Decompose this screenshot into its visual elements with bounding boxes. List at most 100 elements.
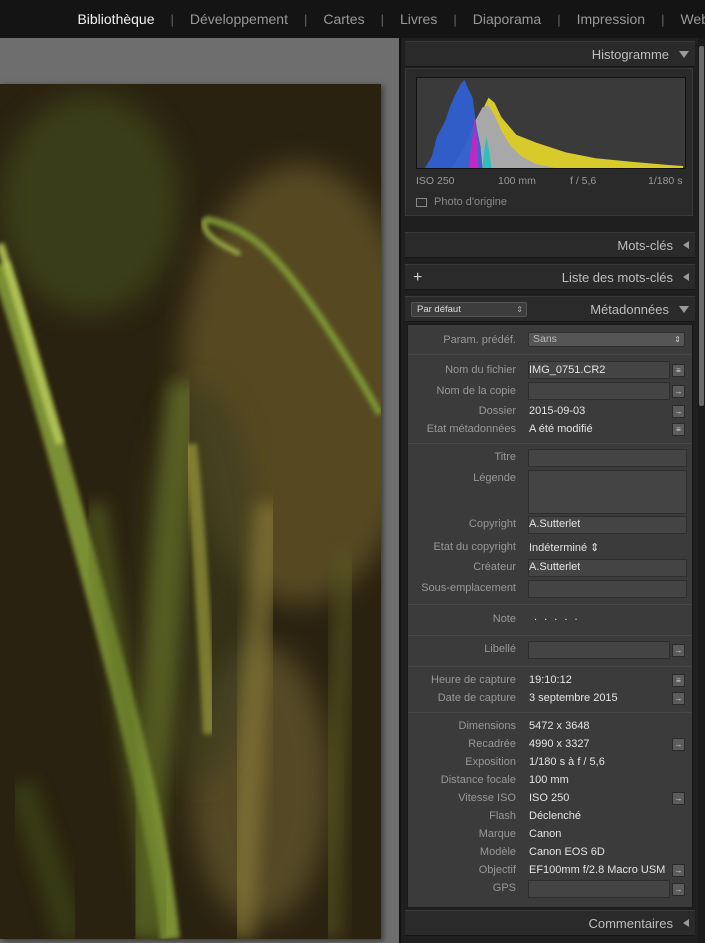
model-value: Canon EOS 6D [529, 846, 605, 858]
arrow-right-icon[interactable]: → [672, 405, 685, 418]
capture-time-label: Heure de capture [431, 674, 516, 686]
histogram-shutter: 1/180 s [648, 175, 683, 187]
expand-icon[interactable] [683, 273, 689, 281]
divider [408, 354, 692, 355]
preset-dropdown[interactable]: Sans ⇕ [528, 332, 685, 347]
nav-diaporama[interactable]: Diaporama [457, 11, 557, 27]
divider [408, 712, 692, 713]
divider [408, 666, 692, 667]
flash-value: Déclenché [529, 810, 581, 822]
capture-time-value: 19:10:12 [529, 674, 572, 686]
collapse-icon[interactable] [679, 305, 689, 313]
cropped-value: 4990 x 3327 [529, 738, 590, 750]
expand-icon[interactable] [683, 241, 689, 249]
capture-date-label: Date de capture [437, 692, 516, 704]
nav-developpement[interactable]: Développement [174, 11, 304, 27]
histogram-focal: 100 mm [498, 175, 536, 187]
nav-impression[interactable]: Impression [561, 11, 661, 27]
histogram-title: Histogramme [591, 46, 669, 62]
creator-label: Créateur [473, 561, 516, 573]
creator-value: A.Sutterlet [529, 561, 581, 573]
meta-status-value: A été modifié [529, 423, 593, 435]
rating-label: Note [492, 613, 516, 625]
nav-livres[interactable]: Livres [384, 11, 453, 27]
title-label: Titre [494, 451, 516, 463]
grass-photo [0, 84, 381, 939]
keyword-list-header[interactable]: + Liste des mots-clés [405, 264, 695, 290]
histogram-aperture: f / 5,6 [570, 175, 597, 187]
divider [408, 635, 692, 636]
scrollbar-thumb[interactable] [699, 46, 704, 406]
collapse-icon[interactable] [679, 50, 689, 58]
arrow-right-icon[interactable]: → [672, 738, 685, 751]
focal-label: Distance focale [440, 774, 516, 786]
keywords-header[interactable]: Mots-clés [405, 232, 695, 258]
lens-label: Objectif [478, 864, 516, 876]
list-icon[interactable]: ≡ [672, 674, 685, 687]
photo-preview[interactable] [0, 84, 381, 939]
filename-label: Nom du fichier [445, 364, 516, 376]
focal-value: 100 mm [529, 774, 569, 786]
comments-title: Commentaires [588, 915, 673, 931]
filename-value: IMG_0751.CR2 [529, 364, 606, 376]
exposure-label: Exposition [465, 756, 516, 768]
lens-value: EF100mm f/2.8 Macro USM [529, 864, 666, 876]
exposure-value: 1/180 s à f / 5,6 [529, 756, 605, 768]
capture-date-value: 3 septembre 2015 [529, 692, 618, 704]
right-panel: Histogramme ISO 250 100 mm f / 5,6 1/180… [399, 38, 705, 943]
copyright-value: A.Sutterlet [529, 518, 581, 530]
copy-name-label: Nom de la copie [436, 385, 517, 397]
arrow-right-icon[interactable]: → [672, 883, 685, 896]
caption-field[interactable] [528, 470, 687, 514]
module-nav: Bibliothèque | Développement | Cartes | Liv… [0, 0, 705, 38]
color-label-field[interactable] [528, 641, 670, 659]
histogram-plot [424, 79, 684, 168]
metadata-view-select[interactable]: Par défaut ⇕ [411, 302, 527, 317]
keyword-list-title: Liste des mots-clés [561, 269, 673, 285]
meta-status-label: Etat métadonnées [426, 423, 516, 435]
title-field[interactable] [528, 449, 687, 467]
metadata-view-value: Par défaut [417, 304, 461, 315]
dimensions-value: 5472 x 3648 [529, 720, 590, 732]
copyright-status-select[interactable]: Indéterminé ⇕ [529, 541, 599, 554]
histogram-graph[interactable] [416, 77, 686, 169]
color-label-label: Libellé [484, 643, 516, 655]
preset-label: Param. prédéf. [443, 334, 516, 346]
divider [408, 443, 692, 444]
original-photo-checkbox[interactable] [416, 198, 427, 207]
copy-name-field[interactable] [528, 382, 670, 400]
gps-label: GPS [492, 882, 516, 894]
preset-value: Sans [533, 333, 557, 345]
arrow-right-icon[interactable]: → [672, 644, 685, 657]
expand-icon[interactable] [683, 919, 689, 927]
nav-web[interactable]: Web [664, 11, 705, 27]
gps-field[interactable] [528, 880, 670, 898]
updown-arrow-icon: ⇕ [674, 335, 681, 344]
list-icon[interactable]: ≡ [672, 423, 685, 436]
updown-arrow-icon: ⇕ [516, 305, 523, 314]
arrow-right-icon[interactable]: → [672, 792, 685, 805]
nav-cartes[interactable]: Cartes [307, 11, 380, 27]
histogram-panel: ISO 250 100 mm f / 5,6 1/180 s Photo d'o… [405, 68, 693, 216]
folder-value: 2015-09-03 [529, 405, 586, 417]
caption-label: Légende [473, 472, 516, 484]
metadata-title: Métadonnées [590, 301, 669, 317]
make-label: Marque [478, 828, 516, 840]
add-keyword-icon[interactable]: + [413, 269, 422, 287]
flash-label: Flash [489, 810, 516, 822]
nav-bibliotheque[interactable]: Bibliothèque [61, 11, 170, 27]
arrow-right-icon[interactable]: → [672, 864, 685, 877]
histogram-header[interactable]: Histogramme [405, 41, 695, 67]
rating-stars[interactable]: . . . . . [534, 611, 580, 623]
arrow-right-icon[interactable]: → [672, 692, 685, 705]
copyright-status-value: Indéterminé [529, 542, 588, 554]
panel-scrollbar[interactable] [698, 38, 705, 943]
metadata-body: Param. prédéf. Sans ⇕ Nom du fichier IMG… [407, 324, 693, 908]
loupe-view[interactable] [0, 38, 399, 943]
comments-header[interactable]: Commentaires [405, 910, 695, 936]
sublocation-field[interactable] [528, 580, 687, 598]
cropped-label: Recadrée [468, 738, 516, 750]
arrow-right-icon[interactable]: → [672, 385, 685, 398]
model-label: Modèle [479, 846, 516, 858]
list-icon[interactable]: ≡ [672, 364, 685, 377]
